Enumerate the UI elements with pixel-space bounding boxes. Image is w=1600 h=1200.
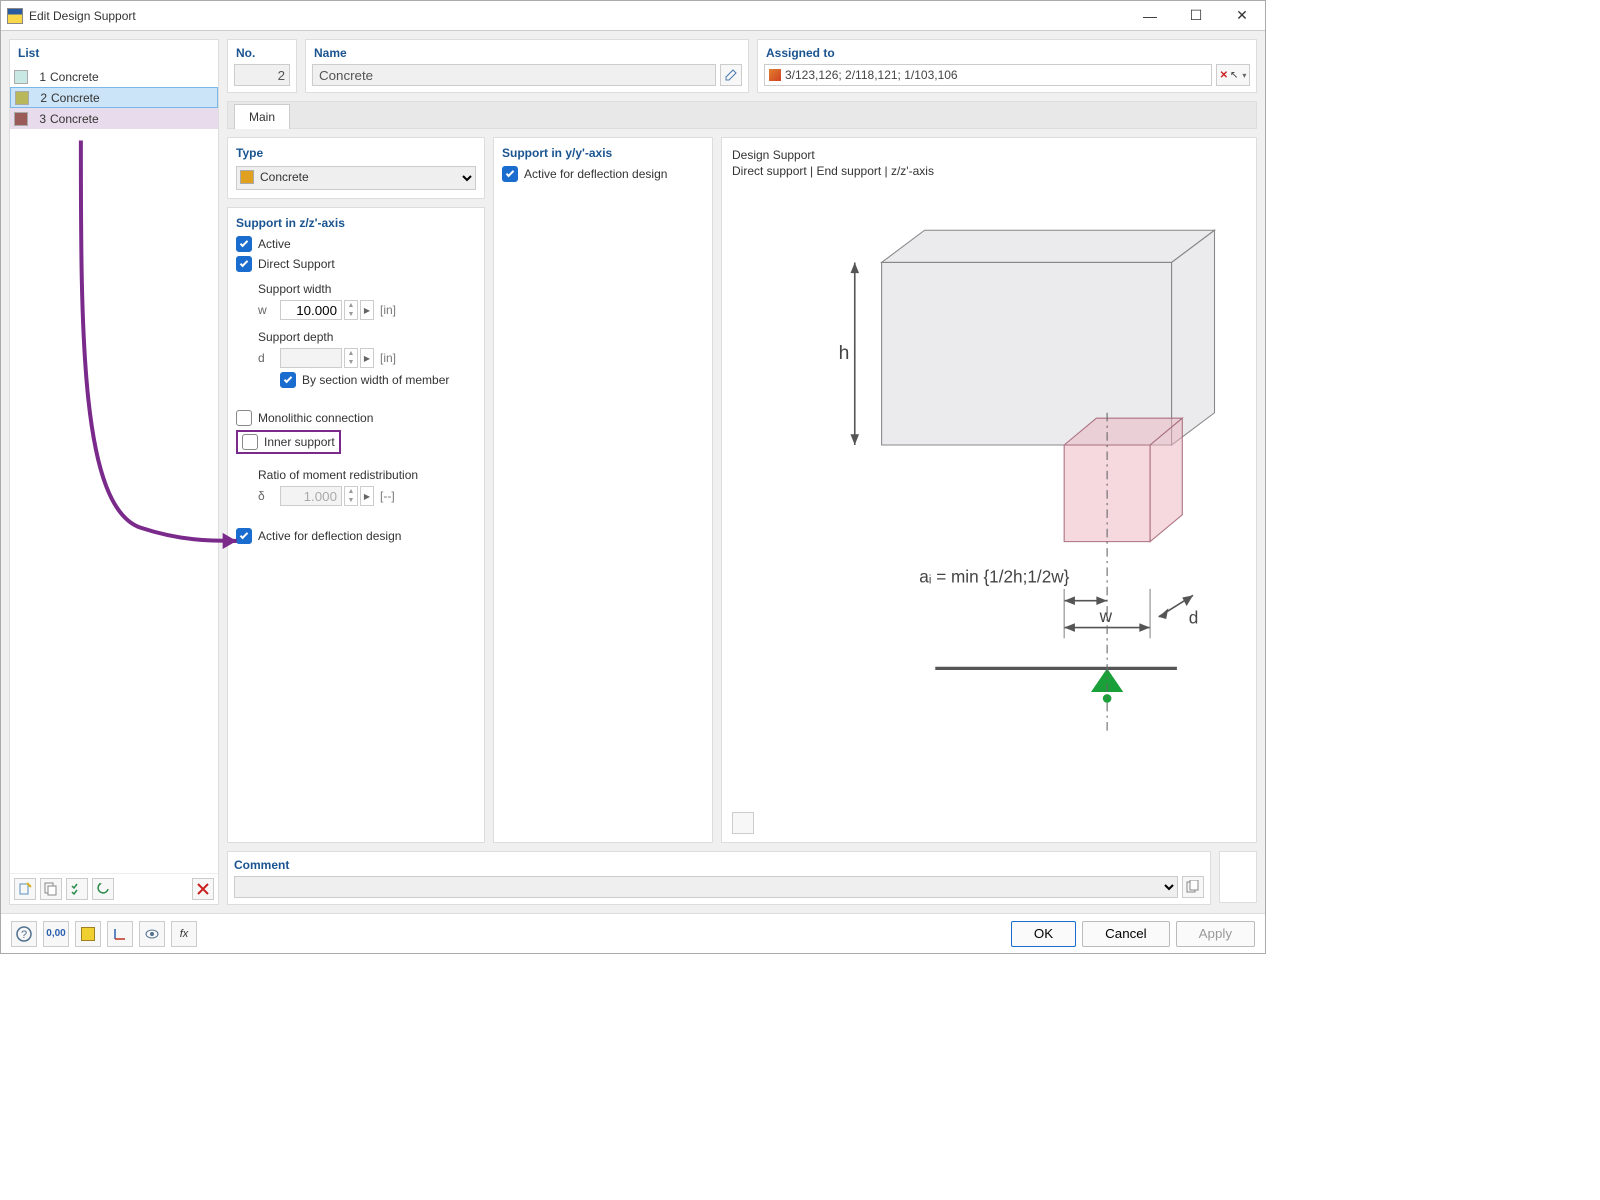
zz-active-checkbox[interactable]: Active xyxy=(236,236,476,252)
fx-button[interactable]: fx xyxy=(171,921,197,947)
color-button[interactable] xyxy=(75,921,101,947)
svg-text:w: w xyxy=(1099,606,1113,626)
support-width-input[interactable]: ▲▼ ▶ xyxy=(280,300,374,320)
yy-deflection-checkbox[interactable]: Active for deflection design xyxy=(502,166,704,182)
type-select[interactable] xyxy=(236,166,476,190)
inner-support-highlight: Inner support xyxy=(236,430,341,454)
assigned-value[interactable]: 3/123,126; 2/118,121; 1/103,106 xyxy=(764,64,1212,86)
units-button[interactable]: 0,00 xyxy=(43,921,69,947)
monolithic-checkbox[interactable]: Monolithic connection xyxy=(236,410,476,426)
close-button[interactable]: ✕ xyxy=(1219,1,1265,31)
svg-text:h: h xyxy=(839,343,850,364)
maximize-button[interactable]: ☐ xyxy=(1173,1,1219,31)
comment-card: Comment xyxy=(227,851,1211,905)
dialog-window: Edit Design Support — ☐ ✕ List 1 Concret… xyxy=(0,0,1266,954)
no-header: No. xyxy=(228,40,296,64)
list-toolbar xyxy=(10,873,218,904)
preview-panel: Design Support Direct support | End supp… xyxy=(721,137,1257,843)
color-swatch xyxy=(14,112,28,126)
extra-button[interactable] xyxy=(1219,851,1257,903)
type-section: Type Concrete xyxy=(227,137,485,199)
type-header: Type xyxy=(236,146,476,160)
name-input[interactable] xyxy=(312,64,716,86)
list-item[interactable]: 1 Concrete xyxy=(10,66,218,87)
member-icon xyxy=(769,69,781,81)
support-depth-input: ▲▼ ▶ xyxy=(280,348,374,368)
list-header: List xyxy=(10,40,218,66)
clear-x-icon: ✕ xyxy=(1220,70,1228,81)
yy-header: Support in y/y'-axis xyxy=(502,146,704,160)
no-card: No. xyxy=(227,39,297,93)
ratio-input: ▲▼ ▶ xyxy=(280,486,374,506)
tab-main[interactable]: Main xyxy=(234,104,290,129)
minimize-button[interactable]: — xyxy=(1127,1,1173,31)
svg-text:?: ? xyxy=(21,929,27,941)
cursor-icon: ↖ xyxy=(1230,70,1238,81)
support-depth-label: Support depth xyxy=(258,330,476,344)
axis-button[interactable] xyxy=(107,921,133,947)
zz-direct-checkbox[interactable]: Direct Support xyxy=(236,256,476,272)
list-item[interactable]: 3 Concrete xyxy=(10,108,218,129)
footer: ? 0,00 fx OK Cancel Apply xyxy=(1,913,1265,953)
assigned-header: Assigned to xyxy=(758,40,1256,64)
ratio-label: Ratio of moment redistribution xyxy=(258,468,476,482)
preview-subtitle: Direct support | End support | z/z'-axis xyxy=(732,164,1246,178)
yy-section: Support in y/y'-axis Active for deflecti… xyxy=(493,137,713,843)
refresh-button[interactable] xyxy=(92,878,114,900)
inner-support-checkbox[interactable]: Inner support xyxy=(242,434,335,450)
pick-button[interactable]: ✕ ↖ ▾ xyxy=(1216,64,1250,86)
by-section-checkbox[interactable]: By section width of member xyxy=(280,372,476,388)
ok-button[interactable]: OK xyxy=(1011,921,1076,947)
assigned-card: Assigned to 3/123,126; 2/118,121; 1/103,… xyxy=(757,39,1257,93)
help-button[interactable]: ? xyxy=(11,921,37,947)
titlebar[interactable]: Edit Design Support — ☐ ✕ xyxy=(1,1,1265,31)
list-item[interactable]: 2 Concrete xyxy=(10,87,218,108)
new-button[interactable] xyxy=(14,878,36,900)
comment-library-button[interactable] xyxy=(1182,876,1204,898)
app-icon xyxy=(7,8,23,24)
window-title: Edit Design Support xyxy=(29,9,1127,23)
zz-deflection-checkbox[interactable]: Active for deflection design xyxy=(236,528,476,544)
name-header: Name xyxy=(306,40,748,64)
preview-title: Design Support xyxy=(732,148,1246,162)
view-button[interactable] xyxy=(139,921,165,947)
svg-text:aᵢ = min {1/2h;1/2w}: aᵢ = min {1/2h;1/2w} xyxy=(919,566,1069,586)
list-panel: List 1 Concrete 2 Concrete 3 xyxy=(9,39,219,905)
dropdown-caret-icon: ▾ xyxy=(1242,71,1246,80)
color-swatch xyxy=(14,70,28,84)
tabbar: Main xyxy=(227,101,1257,129)
preview-diagram: h aᵢ = min {1/2h;1/2w} w xyxy=(742,198,1236,799)
preview-tool-button[interactable] xyxy=(732,812,754,834)
comment-header: Comment xyxy=(234,858,1204,872)
cancel-button[interactable]: Cancel xyxy=(1082,921,1170,947)
delete-button[interactable] xyxy=(192,878,214,900)
apply-button[interactable]: Apply xyxy=(1176,921,1255,947)
name-card: Name xyxy=(305,39,749,93)
color-swatch xyxy=(15,91,29,105)
no-input[interactable] xyxy=(234,64,290,86)
svg-text:d: d xyxy=(1189,607,1199,627)
copy-button[interactable] xyxy=(40,878,62,900)
zz-header: Support in z/z'-axis xyxy=(236,216,476,230)
check-all-button[interactable] xyxy=(66,878,88,900)
support-width-label: Support width xyxy=(258,282,476,296)
edit-name-button[interactable] xyxy=(720,64,742,86)
zz-section: Support in z/z'-axis Active Direct Suppo… xyxy=(227,207,485,843)
comment-select[interactable] xyxy=(234,876,1178,898)
